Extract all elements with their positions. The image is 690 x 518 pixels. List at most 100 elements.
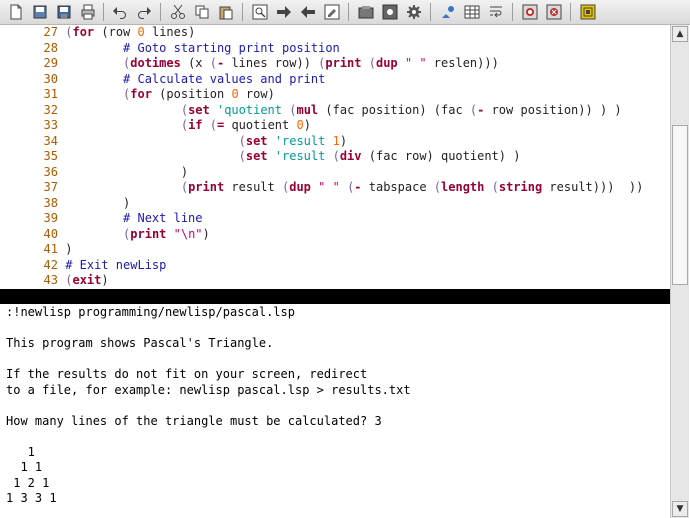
toolbar bbox=[0, 0, 690, 25]
code-line[interactable]: 32 (set 'quotient (mul (fac position) (f… bbox=[0, 103, 622, 119]
output-line: to a file, for example: newlisp pascal.l… bbox=[6, 382, 411, 397]
code-token: quotient bbox=[224, 118, 297, 132]
code-token: ) bbox=[202, 226, 210, 241]
code-token: ) bbox=[65, 195, 131, 210]
code-line[interactable]: 42 # Exit newLisp bbox=[0, 257, 167, 274]
save-file-icon[interactable] bbox=[54, 2, 74, 22]
code-token: for bbox=[72, 25, 95, 39]
find-next-icon[interactable] bbox=[274, 2, 294, 22]
code-line[interactable]: 28 # Goto starting print position bbox=[0, 41, 340, 57]
output-line: 1 2 1 bbox=[6, 475, 50, 490]
line-number: 30 bbox=[43, 71, 58, 86]
code-line[interactable]: 39 # Next line bbox=[0, 211, 203, 227]
output-line: :!newlisp programming/newlisp/pascal.lsp bbox=[6, 305, 295, 319]
code-token: "\n" bbox=[173, 226, 203, 241]
line-number: 29 bbox=[43, 56, 58, 70]
run-icon[interactable] bbox=[356, 2, 376, 22]
code-line[interactable]: 41 ) bbox=[0, 242, 73, 258]
find-previous-icon[interactable] bbox=[298, 2, 318, 22]
command-output: :!newlisp programming/newlisp/pascal.lsp… bbox=[6, 305, 666, 507]
code-line[interactable]: 30 # Calculate values and print bbox=[0, 71, 326, 88]
code-token: 'result bbox=[274, 133, 326, 148]
code-line[interactable]: 31 (for (position 0 row) bbox=[0, 87, 275, 103]
code-token: ) bbox=[65, 242, 73, 256]
code-token: # Exit newLisp bbox=[65, 257, 167, 272]
evaluate-icon[interactable] bbox=[380, 2, 400, 22]
code-token: row position)) ) ) bbox=[484, 102, 622, 117]
code-token: set bbox=[245, 149, 268, 163]
code-token: " " bbox=[318, 180, 340, 194]
code-line[interactable]: 27 (for (row 0 lines) bbox=[0, 25, 196, 41]
scroll-up-arrow-icon[interactable]: ▲ bbox=[672, 26, 688, 42]
code-token: ( bbox=[180, 102, 189, 117]
code-token: (row bbox=[94, 25, 138, 39]
replace-icon[interactable] bbox=[322, 2, 342, 22]
stop-icon[interactable] bbox=[544, 2, 564, 22]
code-line[interactable]: 35 (set 'result (div (fac row) quotient)… bbox=[0, 149, 521, 165]
line-number: 39 bbox=[43, 211, 58, 225]
code-token: ( bbox=[180, 180, 189, 194]
output-line: If the results do not fit on your screen… bbox=[6, 367, 368, 381]
paste-icon[interactable] bbox=[216, 2, 236, 22]
separator bbox=[430, 3, 431, 21]
code-token: - bbox=[354, 180, 362, 194]
undo-icon[interactable] bbox=[110, 2, 130, 22]
help-icon[interactable] bbox=[578, 2, 598, 22]
scrollbar-thumb[interactable] bbox=[672, 125, 688, 285]
code-token: ( bbox=[209, 118, 217, 132]
new-file-icon[interactable] bbox=[6, 2, 26, 22]
code-token: ( bbox=[368, 56, 376, 70]
copy-icon[interactable] bbox=[192, 2, 212, 22]
code-editor[interactable]: 27 (for (row 0 lines) 28 # Goto starting … bbox=[0, 25, 670, 289]
code-token: ( bbox=[180, 118, 189, 132]
code-token: ( bbox=[491, 180, 499, 194]
code-line[interactable]: 33 (if (= quotient 0) bbox=[0, 118, 311, 134]
find-icon[interactable] bbox=[250, 2, 270, 22]
code-token: set bbox=[188, 102, 210, 117]
code-token: length bbox=[441, 180, 485, 194]
output-line: How many lines of the triangle must be c… bbox=[6, 413, 382, 428]
code-line[interactable]: 38 ) bbox=[0, 195, 131, 212]
code-token: 1 bbox=[332, 133, 340, 148]
separator bbox=[348, 3, 349, 21]
code-token: # Next line bbox=[123, 211, 203, 225]
syntax-highlight-icon[interactable] bbox=[438, 2, 458, 22]
line-number: 27 bbox=[43, 25, 58, 39]
line-number: 40 bbox=[43, 226, 58, 241]
cut-icon[interactable] bbox=[168, 2, 188, 22]
scroll-down-arrow-icon[interactable]: ▼ bbox=[672, 501, 688, 517]
settings-gear-icon[interactable] bbox=[404, 2, 424, 22]
code-line[interactable]: 34 (set 'result 1) bbox=[0, 133, 348, 150]
debug-icon[interactable] bbox=[520, 2, 540, 22]
code-line[interactable]: 36 ) bbox=[0, 165, 189, 181]
redo-icon[interactable] bbox=[134, 2, 154, 22]
open-file-icon[interactable] bbox=[30, 2, 50, 22]
print-icon[interactable] bbox=[78, 2, 98, 22]
code-line[interactable]: 29 (dotimes (x (- lines row)) (print (du… bbox=[0, 56, 499, 72]
code-line[interactable]: 43 (exit) bbox=[0, 273, 109, 289]
code-line[interactable]: 40 (print "\n") bbox=[0, 227, 210, 243]
word-wrap-icon[interactable] bbox=[486, 2, 506, 22]
code-token: 'result bbox=[274, 149, 326, 163]
code-line[interactable]: 37 (print result (dup " " (- tabspace (l… bbox=[0, 180, 644, 196]
code-token: dup bbox=[375, 56, 398, 70]
table-view-icon[interactable] bbox=[462, 2, 482, 22]
code-token: result bbox=[224, 180, 282, 194]
separator bbox=[242, 3, 243, 21]
vertical-scrollbar[interactable]: ▲ ▼ bbox=[670, 25, 689, 518]
line-number: 34 bbox=[43, 133, 58, 148]
